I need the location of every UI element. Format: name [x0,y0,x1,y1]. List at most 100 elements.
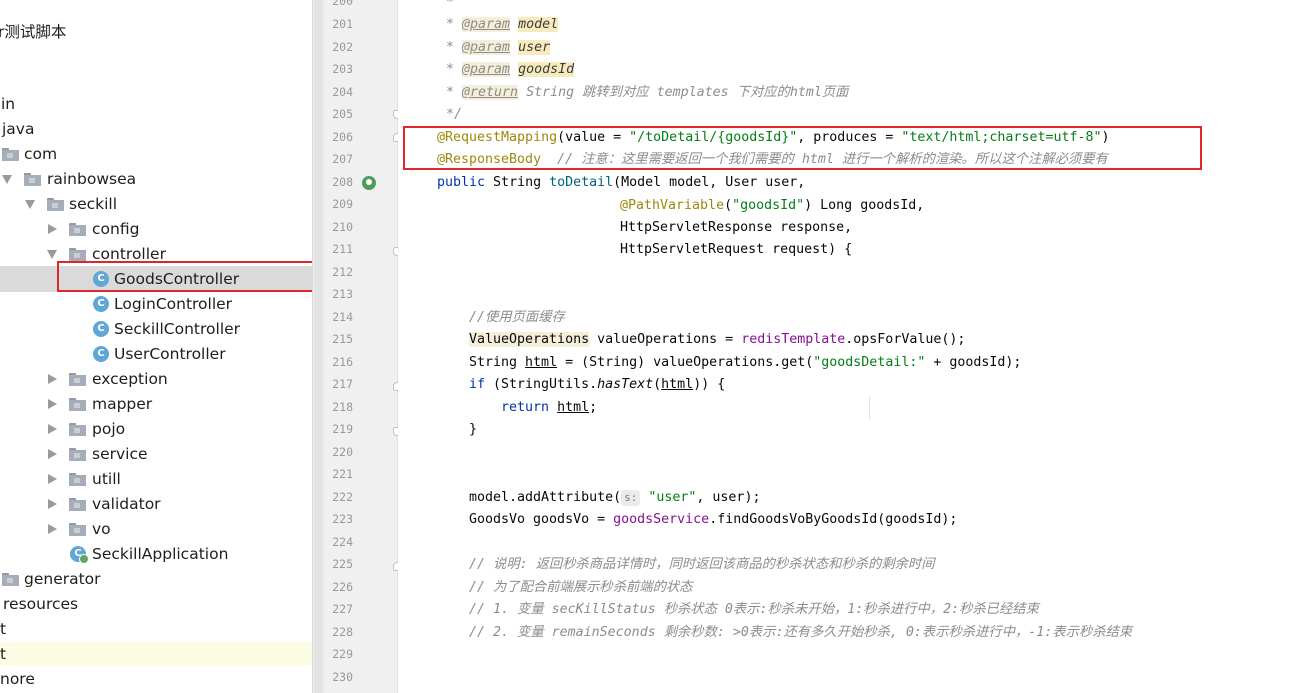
line-number: 228 [332,625,353,639]
tree-item-label: in [1,95,16,113]
tree-item-pojo[interactable]: pojo [0,417,312,441]
line-number: 221 [332,467,353,481]
tree-item-label: t [0,620,7,638]
line-number: 215 [332,332,353,346]
code-editor[interactable]: * * @param model * @param user * @param … [398,0,1303,693]
tree-item-gitignore[interactable]: nore [0,667,312,691]
chevron-right-icon[interactable] [48,374,57,384]
line-number: 202 [332,40,353,54]
tree-item-label: seckill [69,195,118,213]
tree-scrollbar-thumb[interactable] [314,0,323,693]
tree-item-target[interactable]: t [0,642,312,666]
chevron-right-icon[interactable] [48,474,57,484]
code-line-222: model.addAttribute(s: "user", user); [469,490,761,506]
tree-item-label: service [92,445,148,463]
selection-highlight-box [57,261,312,292]
chevron-right-icon[interactable] [48,224,57,234]
tree-item-label: r测试脚本 [0,23,67,41]
line-number: 217 [332,377,353,391]
tree-item-test-script[interactable]: r测试脚本 [0,17,312,41]
code-line-219: } [469,422,478,437]
tree-item-login-controller[interactable]: C LoginController [0,292,312,316]
chevron-right-icon[interactable] [48,424,57,434]
tree-item-label: UserController [114,345,226,363]
line-number: 205 [332,107,353,121]
tree-item-label: generator [24,570,101,588]
tree-item-resources[interactable]: resources [0,592,312,616]
code-line-215: ValueOperations valueOperations = redisT… [469,332,966,347]
tree-item-config[interactable]: config [0,217,312,241]
tree-item-generator[interactable]: generator [0,567,312,591]
tree-item-java[interactable]: java [0,117,312,141]
line-number: 208 [332,175,353,189]
chevron-down-icon[interactable] [25,200,35,209]
code-line-217: if (StringUtils.hasText(html)) { [469,377,726,392]
tree-item-seckill-controller[interactable]: C SeckillController [0,317,312,341]
tree-item-mapper[interactable]: mapper [0,392,312,416]
tree-item-user-controller[interactable]: C UserController [0,342,312,366]
tree-item-test[interactable]: t [0,617,312,641]
line-number: 201 [332,17,353,31]
code-line-223: GoodsVo goodsVo = goodsService.findGoods… [469,512,958,527]
code-line-218: return html; [501,400,598,415]
tree-item-label: resources [3,595,79,613]
code-line-211: HttpServletRequest request) { [620,242,853,257]
chevron-right-icon[interactable] [48,449,57,459]
line-number: 226 [332,580,353,594]
folder-icon [24,173,41,186]
line-number: 223 [332,512,353,526]
chevron-right-icon[interactable] [48,524,57,534]
code-line-209: @PathVariable("goodsId") Long goodsId, [620,198,925,213]
chevron-down-icon[interactable] [2,175,12,184]
tree-item-service[interactable]: service [0,442,312,466]
project-tree-panel: r测试脚本 in java com rainbowsea seckill con… [0,0,312,693]
line-number: 214 [332,310,353,324]
java-class-icon: C [93,346,109,362]
folder-icon [69,373,86,386]
folder-icon [69,523,86,536]
indent-guide [869,397,870,419]
folder-icon [2,148,19,161]
tree-item-exception[interactable]: exception [0,367,312,391]
folder-icon [69,473,86,486]
spring-endpoint-icon[interactable] [362,176,376,190]
line-number: 212 [332,265,353,279]
tree-item-label: SeckillApplication [92,545,229,563]
code-line-225: // 说明: 返回秒杀商品详情时，同时返回该商品的秒杀状态和秒杀的剩余时间 [469,557,935,572]
line-number: 220 [332,445,353,459]
tree-item-vo[interactable]: vo [0,517,312,541]
tree-item-label: mapper [92,395,153,413]
tree-item-label: com [24,145,58,163]
line-number: 224 [332,535,353,549]
tree-item-validator[interactable]: validator [0,492,312,516]
line-number: 216 [332,355,353,369]
code-line-204: * @return String 跳转到对应 templates 下对应的htm… [446,85,849,100]
tree-item-main[interactable]: in [0,92,312,116]
folder-icon [69,498,86,511]
line-number: 225 [332,557,353,571]
line-number: 210 [332,220,353,234]
line-number: 219 [332,422,353,436]
chevron-right-icon[interactable] [48,399,57,409]
line-number: 229 [332,647,353,661]
code-line-200: * [446,0,455,10]
tree-item-com[interactable]: com [0,142,312,166]
tree-item-label: LoginController [114,295,233,313]
annotation-highlight-box [403,126,1202,170]
chevron-down-icon[interactable] [47,250,57,259]
tree-item-label: pojo [92,420,126,438]
code-line-228: // 2. 变量 remainSeconds 剩余秒数: >0表示:还有多久开始… [469,625,1133,640]
tree-item-label: t [0,645,7,663]
folder-icon [69,223,86,236]
tree-item-seckill-application[interactable]: C SeckillApplication [0,542,312,566]
chevron-right-icon[interactable] [48,499,57,509]
tree-item-rainbowsea[interactable]: rainbowsea [0,167,312,191]
code-line-201: * @param model [446,17,559,32]
tree-item-seckill[interactable]: seckill [0,192,312,216]
tree-item-label: SeckillController [114,320,241,338]
tree-item-utill[interactable]: utill [0,467,312,491]
line-number: 227 [332,602,353,616]
tree-item-label: vo [92,520,111,538]
tree-item-label: validator [92,495,161,513]
folder-icon [69,423,86,436]
